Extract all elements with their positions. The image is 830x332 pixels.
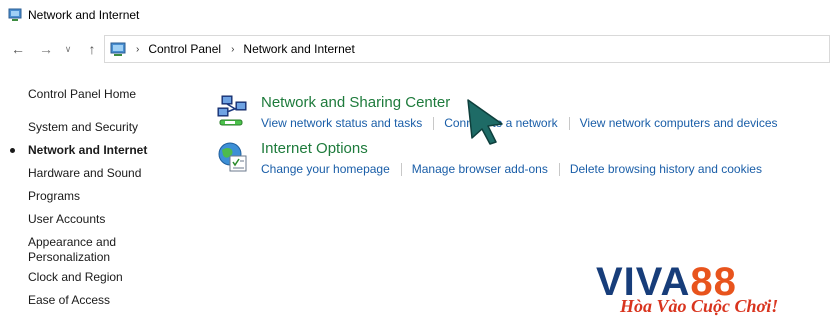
navigation-bar: ← → ∨ ↑ › Control Panel › Network and In… xyxy=(0,33,830,65)
link-view-network-computers[interactable]: View network computers and devices xyxy=(580,116,778,130)
sidebar-item-system-and-security[interactable]: System and Security xyxy=(28,120,138,135)
link-separator xyxy=(433,117,435,130)
link-separator xyxy=(400,163,402,176)
sidebar-item-network-and-internet[interactable]: Network and Internet xyxy=(28,143,147,158)
address-bar[interactable]: › Control Panel › Network and Internet xyxy=(104,35,830,63)
network-links: View network status and tasks Connect to… xyxy=(261,116,778,130)
sidebar-item-hardware-and-sound[interactable]: Hardware and Sound xyxy=(28,166,141,181)
breadcrumb-separator: › xyxy=(136,43,140,55)
internet-options-icon[interactable] xyxy=(216,140,250,174)
internet-options-title[interactable]: Internet Options xyxy=(261,140,368,157)
internet-options-links: Change your homepage Manage browser add-… xyxy=(261,162,762,176)
network-and-sharing-center-title[interactable]: Network and Sharing Center xyxy=(261,94,450,111)
brand-watermark: VIVA88 Hòa Vào Cuộc Chơi! xyxy=(596,262,796,332)
mouse-cursor-icon xyxy=(467,99,503,145)
breadcrumb-separator: › xyxy=(231,43,235,55)
arrow-up-icon: ↑ xyxy=(88,41,96,57)
network-sharing-icon[interactable] xyxy=(216,94,250,128)
link-manage-add-ons[interactable]: Manage browser add-ons xyxy=(412,162,548,176)
arrow-left-icon: ← xyxy=(11,41,25,57)
sidebar-item-user-accounts[interactable]: User Accounts xyxy=(28,212,105,227)
window-title: Network and Internet xyxy=(28,8,140,22)
sidebar-item-control-panel-home[interactable]: Control Panel Home xyxy=(28,87,136,102)
sidebar-item-appearance-and-personalization-line2[interactable]: Personalization xyxy=(28,250,110,265)
chevron-down-icon: ∨ xyxy=(64,43,72,54)
link-separator xyxy=(558,163,560,176)
control-panel-icon xyxy=(8,8,22,21)
brand-slogan: Hòa Vào Cuộc Chơi! xyxy=(620,296,779,316)
title-bar: Network and Internet xyxy=(0,0,830,30)
arrow-right-icon: → xyxy=(39,41,53,57)
breadcrumb-network-and-internet[interactable]: Network and Internet xyxy=(243,42,354,56)
sidebar-item-programs[interactable]: Programs xyxy=(28,189,80,204)
up-button[interactable]: ↑ xyxy=(82,39,102,59)
sidebar-item-clock-and-region[interactable]: Clock and Region xyxy=(28,270,123,285)
back-button[interactable]: ← xyxy=(8,39,28,59)
link-delete-browsing-history[interactable]: Delete browsing history and cookies xyxy=(570,162,762,176)
link-view-network-status[interactable]: View network status and tasks xyxy=(261,116,422,130)
current-item-bullet xyxy=(10,148,15,153)
recent-locations-button[interactable]: ∨ xyxy=(62,39,74,59)
sidebar-item-appearance-and-personalization[interactable]: Appearance and xyxy=(28,235,116,250)
link-separator xyxy=(568,117,570,130)
forward-button[interactable]: → xyxy=(36,39,56,59)
link-change-homepage[interactable]: Change your homepage xyxy=(261,162,390,176)
sidebar-item-ease-of-access[interactable]: Ease of Access xyxy=(28,293,110,308)
breadcrumb-control-panel[interactable]: Control Panel xyxy=(148,42,221,56)
control-panel-icon xyxy=(110,42,126,56)
